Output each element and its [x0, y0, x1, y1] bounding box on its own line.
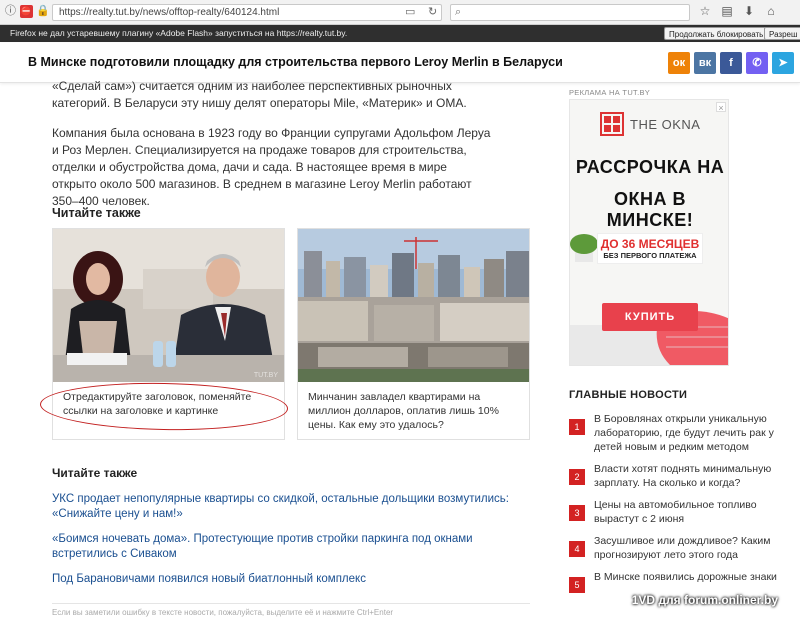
- top-news-list: 1 В Боровлянах открыли уникальную лабора…: [569, 412, 795, 601]
- news-rank: 5: [569, 577, 585, 593]
- site-identity[interactable]: ⓘ ⛔ 🔒: [4, 5, 50, 18]
- forum-credit-watermark: 1VD для forum.onliner.by: [631, 593, 778, 607]
- top-news-heading: ГЛАВНЫЕ НОВОСТИ: [569, 389, 688, 401]
- read-also-heading: Читайте также: [52, 466, 138, 480]
- viber-icon[interactable]: ✆: [746, 52, 768, 74]
- card-image-meeting[interactable]: TUT.BY: [53, 229, 284, 382]
- news-headline[interactable]: Цены на автомобильное топливо вырастут с…: [594, 498, 795, 526]
- home-icon[interactable]: ⌂: [764, 4, 778, 18]
- allow-button[interactable]: Разреш: [764, 27, 800, 40]
- news-rank: 2: [569, 469, 585, 485]
- ad-buy-button[interactable]: КУПИТЬ: [602, 303, 698, 331]
- news-item[interactable]: 3 Цены на автомобильное топливо вырастут…: [569, 498, 795, 526]
- news-item[interactable]: 1 В Боровлянах открыли уникальную лабора…: [569, 412, 795, 454]
- news-item[interactable]: 2 Власти хотят поднять минимальную зарпл…: [569, 462, 795, 490]
- browser-toolbar: ⓘ ⛔ 🔒 https://realty.tut.by/news/offtop-…: [0, 0, 800, 25]
- news-rank: 3: [569, 505, 585, 521]
- ad-label: РЕКЛАМА НА TUT.BY: [569, 88, 651, 97]
- related-link[interactable]: Под Барановичами появился новый биатлонн…: [52, 572, 532, 587]
- card-image-city[interactable]: [298, 229, 529, 382]
- sticky-article-header: В Минске подготовили площадку для строит…: [0, 43, 800, 83]
- close-icon[interactable]: ×: [716, 102, 726, 113]
- related-link[interactable]: «Боимся ночевать дома». Протестующие про…: [52, 532, 532, 562]
- notification-text: Firefox не дал устаревшему плагину «Adob…: [10, 28, 348, 38]
- search-field[interactable]: ⌕: [450, 4, 690, 21]
- news-headline[interactable]: Засушливое или дождливое? Каким прогнози…: [594, 534, 795, 562]
- download-icon[interactable]: ⬇: [742, 4, 756, 18]
- article-paragraph: Компания была основана в 1923 году во Фр…: [52, 126, 491, 208]
- news-item[interactable]: 4 Засушливое или дождливое? Каким прогно…: [569, 534, 795, 562]
- ad-offer-months: ДО 36 МЕСЯЦЕВ: [600, 237, 700, 251]
- keep-blocking-button[interactable]: Продолжать блокировать: [664, 27, 769, 40]
- reload-icon[interactable]: ↻: [428, 5, 437, 18]
- related-card[interactable]: TUT.BY Отредактируйте заголовок, поменяй…: [52, 228, 285, 440]
- related-links: УКС продает непопулярные квартиры со ски…: [52, 492, 532, 597]
- url-field[interactable]: https://realty.tut.by/news/offtop-realty…: [52, 4, 442, 21]
- news-headline[interactable]: В Боровлянах открыли уникальную лаборато…: [594, 412, 795, 454]
- odnoklassniki-icon[interactable]: ок: [668, 52, 690, 74]
- card-headline[interactable]: Отредактируйте заголовок, поменяйте ссыл…: [53, 382, 284, 426]
- error-report-note: Если вы заметили ошибку в тексте новости…: [52, 608, 394, 617]
- article-paragraph: «Сделай сам») считается одним из наиболе…: [52, 79, 467, 110]
- divider: [52, 603, 530, 604]
- plugin-notification-bar: Firefox не дал устаревшему плагину «Adob…: [0, 25, 800, 42]
- card-headline[interactable]: Минчанин завладел квартирами на миллион …: [298, 382, 529, 440]
- article-title: В Минске подготовили площадку для строит…: [28, 55, 563, 69]
- telegram-icon[interactable]: ➤: [772, 52, 794, 74]
- facebook-icon[interactable]: f: [720, 52, 742, 74]
- ad-offer-sub: БЕЗ ПЕРВОГО ПЛАТЕЖА: [603, 251, 697, 260]
- info-icon[interactable]: ⓘ: [4, 5, 17, 18]
- image-watermark: TUT.BY: [253, 372, 278, 379]
- news-rank: 1: [569, 419, 585, 435]
- plant-decoration: [570, 234, 598, 262]
- ad-headline: РАССРОЧКА НА: [575, 157, 725, 177]
- reader-view-icon[interactable]: ▭: [405, 5, 415, 18]
- lock-icon[interactable]: 🔒: [36, 5, 50, 18]
- share-buttons: ок вк f ✆ ➤: [668, 52, 794, 74]
- ad-brand: THE OKNA: [630, 116, 701, 132]
- news-item[interactable]: 5 В Минске появились дорожные знаки: [569, 570, 795, 593]
- plugin-blocked-icon[interactable]: ⛔: [20, 5, 33, 18]
- bookmark-star-icon[interactable]: ☆: [698, 4, 712, 18]
- read-also-heading: Читайте также: [52, 206, 141, 220]
- related-card[interactable]: Минчанин завладел квартирами на миллион …: [297, 228, 530, 440]
- news-headline[interactable]: Власти хотят поднять минимальную зарплат…: [594, 462, 795, 490]
- search-icon: ⌕: [455, 6, 462, 18]
- vk-icon[interactable]: вк: [694, 52, 716, 74]
- news-headline[interactable]: В Минске появились дорожные знаки: [594, 570, 777, 593]
- ad-logo: THE OKNA: [600, 112, 700, 136]
- clipboard-icon[interactable]: ▤: [720, 4, 734, 18]
- window-logo-icon: [600, 112, 624, 136]
- ad-banner[interactable]: × THE OKNA РАССРОЧКА НА ОКНА В МИНСКЕ! Д…: [569, 99, 729, 366]
- ad-offer-badge: ДО 36 МЕСЯЦЕВ БЕЗ ПЕРВОГО ПЛАТЕЖА: [597, 233, 703, 264]
- related-link[interactable]: УКС продает непопулярные квартиры со ски…: [52, 492, 532, 522]
- news-rank: 4: [569, 541, 585, 557]
